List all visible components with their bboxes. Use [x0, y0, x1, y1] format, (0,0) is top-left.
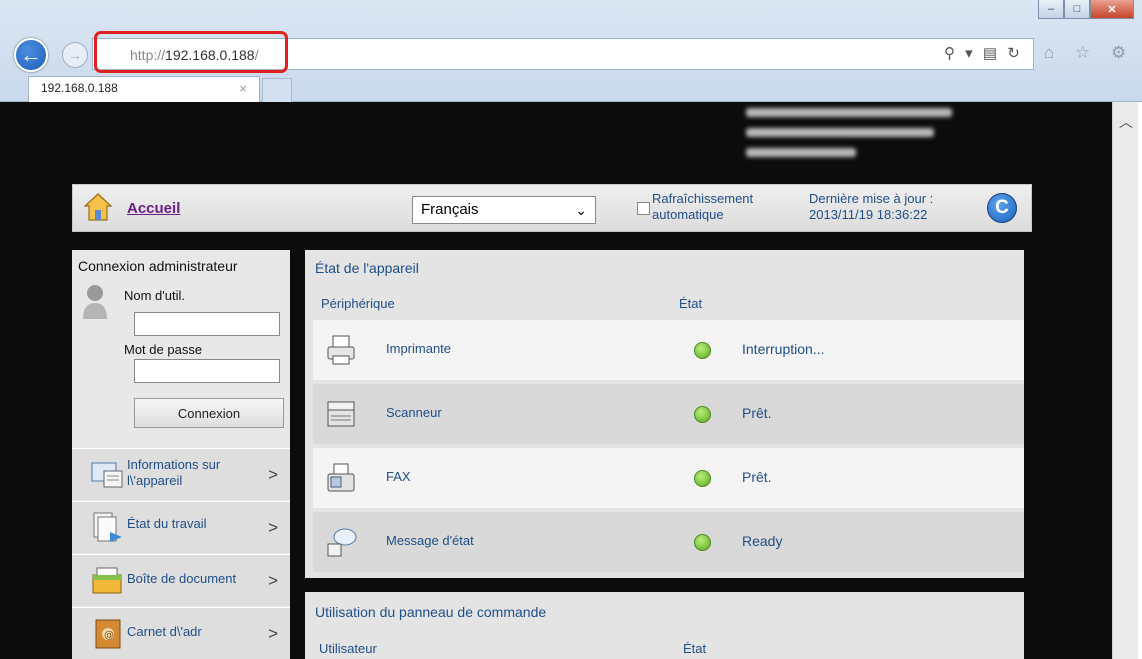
forward-button[interactable]: →	[62, 42, 88, 68]
fax-icon	[327, 463, 355, 492]
scroll-up-icon[interactable]: ︿	[1113, 112, 1139, 132]
state-column-header: État	[679, 296, 703, 311]
status-ok-icon	[694, 342, 711, 359]
svg-text:@: @	[104, 630, 114, 641]
nav-device-info-label: Informations sur l\'appareil	[127, 457, 220, 489]
web-page: Accueil Français ⌄ Rafraîchissement auto…	[0, 102, 1112, 659]
login-button[interactable]: Connexion	[134, 398, 284, 428]
device-info-icon	[91, 462, 123, 488]
device-state: Ready	[742, 533, 783, 549]
status-message-icon	[327, 528, 357, 557]
address-book-icon: @	[95, 619, 121, 649]
scanner-icon	[327, 401, 355, 427]
chevron-right-icon: >	[268, 571, 278, 590]
forward-arrow-icon: →	[68, 47, 82, 63]
device-name[interactable]: Message d'état	[386, 533, 474, 548]
admin-login: Connexion administrateur Nom d'util. Mot…	[72, 250, 290, 446]
device-row: FAX Prêt.	[313, 448, 1024, 508]
left-panel: Connexion administrateur Nom d'util. Mot…	[72, 250, 290, 659]
device-state: Interruption...	[742, 341, 825, 357]
control-panel-usage-title: Utilisation du panneau de commande	[315, 604, 547, 620]
status-ok-icon	[694, 406, 711, 423]
login-title: Connexion administrateur	[78, 258, 238, 274]
nav-document-box-label: Boîte de document	[127, 571, 237, 586]
device-column-header: Périphérique	[321, 296, 395, 311]
back-arrow-icon: ←	[20, 42, 42, 67]
device-status-panel: État de l'appareil Périphérique État Imp…	[305, 250, 1024, 578]
nav-job-status[interactable]: État du travail >	[72, 501, 290, 553]
auto-refresh-label: Rafraîchissement automatique	[652, 191, 753, 223]
device-state: Prêt.	[742, 405, 772, 421]
minimize-button[interactable]: –	[1038, 0, 1064, 19]
status-ok-icon	[694, 470, 711, 487]
url-highlight-box	[94, 31, 288, 73]
device-state: Prêt.	[742, 469, 772, 485]
username-label: Nom d'util.	[124, 288, 186, 303]
job-status-icon	[93, 512, 122, 542]
device-name[interactable]: Scanneur	[386, 405, 442, 420]
window-controls: – □ ✕	[1038, 0, 1134, 19]
usage-state-column-header: État	[683, 641, 707, 656]
language-value: Français	[421, 201, 479, 218]
nav-address-book-label: Carnet d\'adr	[127, 624, 202, 639]
document-box-icon	[92, 567, 122, 594]
status-ok-icon	[694, 534, 711, 551]
top-bar: Accueil Français ⌄ Rafraîchissement auto…	[72, 184, 1032, 232]
device-row: Scanneur Prêt.	[313, 384, 1024, 444]
tab-title: 192.168.0.188	[41, 81, 118, 95]
chevron-right-icon: >	[268, 624, 278, 643]
auto-refresh-label-line1: Rafraîchissement	[652, 191, 754, 206]
device-status-title: État de l'appareil	[315, 260, 419, 276]
new-tab-button[interactable]	[262, 78, 292, 102]
search-refresh-icons[interactable]: ⚲ ▾ ▤ ↻	[944, 44, 1023, 62]
last-update-time: 2013/11/19 18:36:22	[809, 207, 928, 222]
auto-refresh-label-line2: automatique	[652, 207, 724, 222]
password-input[interactable]	[134, 359, 280, 383]
nav-device-info-line2: l\'appareil	[127, 473, 183, 488]
user-icon	[83, 285, 107, 319]
user-column-header: Utilisateur	[319, 641, 377, 656]
device-row: Imprimante Interruption...	[313, 320, 1024, 380]
last-update-label: Dernière mise à jour :	[809, 191, 934, 206]
chevron-right-icon: >	[268, 518, 278, 537]
device-row: Message d'état Ready	[313, 512, 1024, 572]
home-favorites-settings-icons[interactable]: ⌂ ☆ ⚙	[1044, 43, 1134, 63]
printer-icon	[327, 335, 355, 365]
back-button[interactable]: ←	[14, 38, 48, 72]
home-icon[interactable]	[83, 192, 113, 222]
nav-address-book[interactable]: @ Carnet d\'adr >	[72, 607, 290, 659]
browser-chrome: – □ ✕ ← → http://192.168.0.188/ ⚲ ▾ ▤ ↻ …	[0, 0, 1142, 102]
nav-device-info-line1: Informations sur	[127, 457, 221, 472]
tab-close-icon[interactable]: ×	[239, 81, 247, 96]
username-input[interactable]	[134, 312, 280, 336]
chevron-down-icon: ⌄	[575, 202, 587, 218]
nav-device-info[interactable]: Informations sur l\'appareil >	[72, 448, 290, 500]
close-button[interactable]: ✕	[1090, 0, 1134, 19]
home-link[interactable]: Accueil	[127, 200, 180, 217]
device-name[interactable]: Imprimante	[386, 341, 451, 356]
chevron-right-icon: >	[268, 465, 278, 484]
browser-tab[interactable]: 192.168.0.188 ×	[28, 76, 260, 102]
control-panel-usage: Utilisation du panneau de commande Utili…	[305, 592, 1024, 659]
maximize-button[interactable]: □	[1064, 0, 1090, 19]
blurred-header-info	[746, 108, 952, 168]
vertical-scrollbar[interactable]: ︿	[1112, 102, 1138, 659]
last-update: Dernière mise à jour : 2013/11/19 18:36:…	[809, 191, 933, 223]
nav-document-box[interactable]: Boîte de document >	[72, 554, 290, 606]
device-name[interactable]: FAX	[386, 469, 411, 484]
refresh-icon[interactable]: C	[987, 193, 1017, 223]
password-label: Mot de passe	[124, 342, 203, 357]
auto-refresh-checkbox[interactable]	[637, 202, 650, 215]
nav-job-status-label: État du travail	[127, 516, 207, 531]
language-select[interactable]: Français ⌄	[412, 196, 596, 224]
